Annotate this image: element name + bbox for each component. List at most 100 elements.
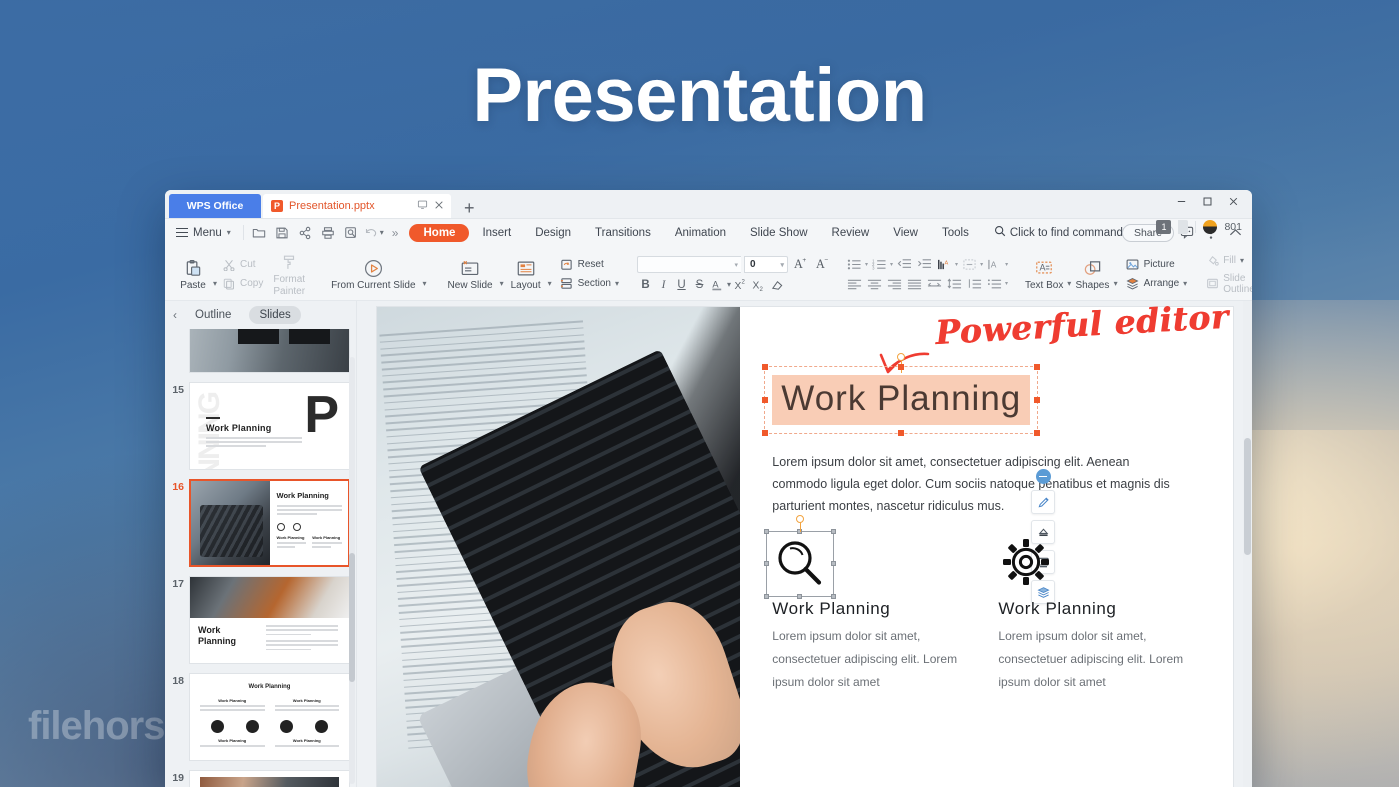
align-center-button[interactable] (866, 276, 883, 291)
chevron-down-icon[interactable]: ▾ (500, 279, 504, 288)
resize-handle-bottom-left[interactable] (762, 430, 769, 436)
user-avatar[interactable] (1203, 220, 1218, 234)
tab-animation[interactable]: Animation (664, 224, 737, 242)
tab-slide-show[interactable]: Slide Show (739, 224, 819, 242)
pen-icon[interactable] (1031, 490, 1056, 514)
close-icon[interactable] (1220, 191, 1246, 211)
superscript-button[interactable]: X2 (732, 277, 749, 293)
thumbnail-image[interactable]: PLANNING P Work Planning (189, 382, 350, 470)
scrollbar-thumb[interactable] (349, 553, 355, 682)
paragraph-spacing-button[interactable] (986, 276, 1003, 291)
menu-button[interactable]: Menu ▾ (171, 227, 238, 239)
new-slide-button[interactable]: New Slide (443, 256, 498, 293)
chevron-down-icon[interactable]: ▾ (865, 261, 868, 268)
print-preview-icon[interactable] (341, 223, 361, 243)
line-spacing-increase-button[interactable] (946, 276, 963, 291)
column-title[interactable]: Work Planning (772, 599, 972, 619)
slide-outline-button[interactable]: Slide Outline (1202, 272, 1252, 296)
chevron-down-icon[interactable]: ▾ (955, 261, 958, 268)
resize-handle-top-center[interactable] (898, 364, 905, 370)
save-icon[interactable] (272, 223, 292, 243)
chevron-down-icon[interactable]: ▾ (1005, 261, 1008, 268)
thumbnail-image[interactable]: Work Planning Work Planning Work Plannin… (189, 673, 350, 761)
chevron-down-icon[interactable]: ▾ (1005, 280, 1008, 287)
maximize-icon[interactable] (1194, 191, 1220, 211)
resize-handle-top-right[interactable] (1034, 364, 1041, 370)
new-tab-button[interactable]: + (464, 199, 475, 217)
tab-design[interactable]: Design (524, 224, 582, 242)
slide-canvas[interactable]: Powerful editor Work Planning Lorem ipsu… (376, 297, 1233, 787)
decrease-indent-button[interactable] (896, 257, 913, 272)
tab-view[interactable]: View (882, 224, 929, 242)
collapse-toolbar-icon[interactable] (1035, 469, 1051, 484)
slide-photo[interactable] (376, 307, 741, 787)
thumbnail-row[interactable]: 17 Work Planning (169, 576, 350, 664)
grow-font-icon[interactable]: A + (791, 256, 810, 274)
paste-button[interactable]: Paste (175, 256, 211, 293)
distribute-button[interactable] (926, 276, 943, 291)
format-painter-button[interactable]: Format Painter (268, 250, 310, 299)
align-left-button[interactable] (846, 276, 863, 291)
increase-indent-button[interactable] (916, 257, 933, 272)
panel-tab-slides[interactable]: Slides (249, 306, 301, 324)
slide-area-scrollbar[interactable] (1243, 301, 1252, 787)
slide-thumbnail-list[interactable]: 14 15 PLANNING P Work Planning (165, 329, 356, 787)
column-paragraph[interactable]: Lorem ipsum dolor sit amet, consectetuer… (772, 625, 972, 694)
panel-tab-outline[interactable]: Outline (185, 306, 241, 324)
tab-insert[interactable]: Insert (471, 224, 522, 242)
fill-button[interactable]: Fill ▾ (1202, 253, 1252, 269)
resize-handle-bottom-left[interactable] (764, 594, 770, 599)
align-right-button[interactable] (886, 276, 903, 291)
text-align-box-button[interactable] (961, 257, 978, 272)
resize-handle-bottom-right[interactable] (831, 594, 837, 599)
thumbnail-row[interactable]: 14 (169, 329, 350, 373)
text-rotate-button[interactable]: A (986, 257, 1003, 272)
italic-button[interactable]: I (655, 277, 672, 293)
magnifier-icon[interactable] (764, 515, 837, 599)
thumbnail-image[interactable] (189, 770, 350, 787)
numbered-list-button[interactable]: 123 (871, 257, 888, 272)
notification-badge[interactable]: 1 (1156, 220, 1172, 234)
thumbnail-row[interactable]: 19 (169, 770, 350, 787)
clear-formatting-button[interactable] (768, 277, 785, 293)
from-current-slide-button[interactable]: From Current Slide (326, 256, 420, 293)
layout-button[interactable]: Layout (506, 256, 546, 293)
resize-handle-middle-right[interactable] (1034, 397, 1041, 403)
chevron-down-icon[interactable]: ▾ (1067, 279, 1071, 288)
bold-button[interactable]: B (637, 277, 654, 293)
text-box-button[interactable]: A Text Box (1023, 256, 1065, 293)
resize-handle-bottom-center[interactable] (898, 430, 905, 436)
arrange-button[interactable]: Arrange ▾ (1123, 276, 1191, 292)
column-title[interactable]: Work Planning (998, 599, 1198, 619)
tab-review[interactable]: Review (821, 224, 881, 242)
resize-handle-middle-left[interactable] (764, 561, 770, 566)
selected-title-object[interactable]: Work Planning (762, 353, 1056, 604)
resize-handle-middle-left[interactable] (762, 397, 769, 403)
panel-scrollbar[interactable] (349, 357, 355, 784)
shapes-button[interactable]: Shapes (1073, 256, 1111, 293)
resize-handle-top-left[interactable] (762, 364, 769, 370)
undo-icon[interactable]: ▾ (364, 223, 384, 243)
monitor-icon[interactable] (417, 199, 428, 213)
thumbnail-row[interactable]: 18 Work Planning Work Planning Work Plan… (169, 673, 350, 761)
tab-tools[interactable]: Tools (931, 224, 980, 242)
chevron-down-icon[interactable]: ▾ (980, 261, 983, 268)
chevron-down-icon[interactable]: ▾ (213, 279, 217, 288)
open-icon[interactable] (249, 223, 269, 243)
minimize-icon[interactable] (1168, 191, 1194, 211)
command-search[interactable]: Click to find commands (994, 225, 1129, 240)
resize-handle-middle-right[interactable] (831, 561, 837, 566)
resize-handle-bottom-right[interactable] (1034, 430, 1041, 436)
text-highlight-color-button[interactable]: A (709, 277, 726, 293)
tab-home[interactable]: Home (409, 223, 470, 242)
close-icon[interactable] (434, 200, 444, 212)
chevron-down-icon[interactable]: ▾ (548, 279, 552, 288)
subscript-button[interactable]: X2 (750, 277, 767, 293)
resize-handle-bottom-center[interactable] (797, 594, 803, 599)
thumbnail-image[interactable]: Work Planning (189, 576, 350, 664)
justify-button[interactable] (906, 276, 923, 291)
line-spacing-decrease-button[interactable] (966, 276, 983, 291)
tab-transitions[interactable]: Transitions (584, 224, 662, 242)
thumbnail-image-selected[interactable]: Work Planning Work Planning Work Plannin… (189, 479, 350, 567)
text-direction-button[interactable]: A (936, 257, 953, 272)
